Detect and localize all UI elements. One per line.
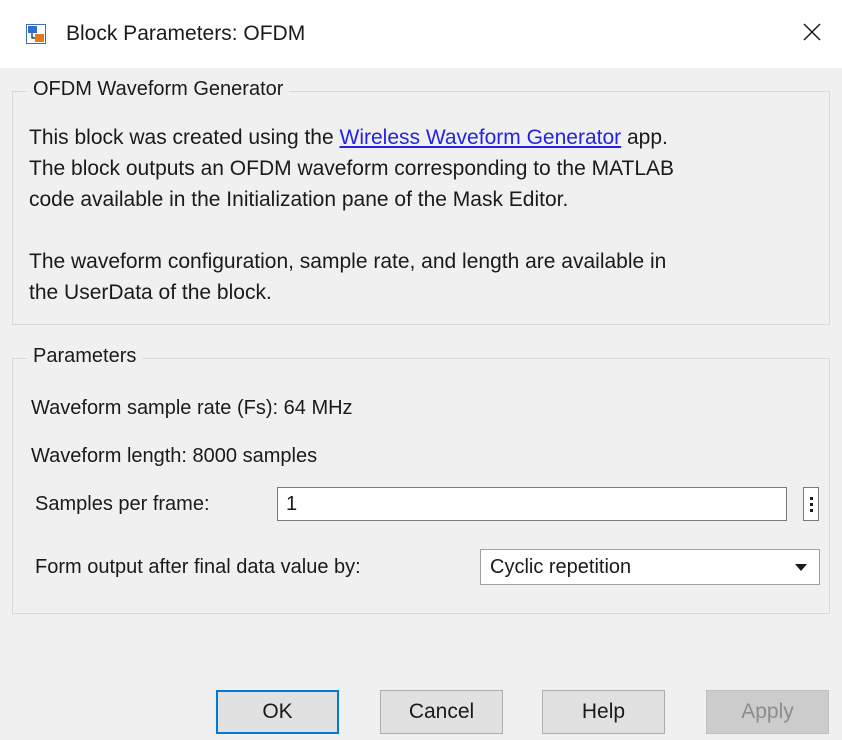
description-paragraph-2: The waveform configuration, sample rate,… bbox=[29, 246, 835, 308]
form-output-select[interactable]: Cyclic repetition bbox=[480, 549, 820, 585]
form-output-selected-value: Cyclic repetition bbox=[490, 556, 632, 578]
form-output-label: Form output after final data value by: bbox=[35, 556, 361, 578]
sample-rate-text: Waveform sample rate (Fs): 64 MHz bbox=[31, 397, 353, 419]
description-paragraph-1: This block was created using the Wireles… bbox=[29, 122, 835, 215]
help-button[interactable]: Help bbox=[542, 690, 665, 734]
ok-button[interactable]: OK bbox=[216, 690, 339, 734]
description-line-2: The block outputs an OFDM waveform corre… bbox=[29, 157, 675, 180]
description-line-1-start: This block was created using the bbox=[29, 126, 340, 149]
close-button[interactable] bbox=[782, 0, 842, 68]
description-group: OFDM Waveform Generator This block was c… bbox=[12, 78, 830, 325]
apply-button: Apply bbox=[706, 690, 829, 734]
close-icon bbox=[803, 22, 821, 46]
description-line-5: the UserData of the block. bbox=[29, 281, 272, 304]
vertical-ellipsis-icon[interactable] bbox=[803, 487, 819, 521]
cancel-button[interactable]: Cancel bbox=[380, 690, 503, 734]
dropdown-arrow-icon bbox=[795, 564, 807, 571]
title-bar: Block Parameters: OFDM bbox=[0, 0, 842, 68]
simulink-block-icon bbox=[26, 24, 46, 44]
description-line-1-end: app. bbox=[621, 126, 668, 149]
samples-per-frame-input[interactable] bbox=[277, 487, 787, 521]
waveform-length-text: Waveform length: 8000 samples bbox=[31, 445, 318, 467]
parameters-group: Parameters Waveform sample rate (Fs): 64… bbox=[12, 345, 830, 614]
wireless-waveform-generator-link[interactable]: Wireless Waveform Generator bbox=[340, 126, 622, 149]
parameters-legend: Parameters bbox=[27, 345, 143, 368]
window-title: Block Parameters: OFDM bbox=[66, 22, 306, 45]
description-line-3: code available in the Initialization pan… bbox=[29, 188, 569, 211]
description-legend: OFDM Waveform Generator bbox=[27, 78, 290, 101]
description-line-4: The waveform configuration, sample rate,… bbox=[29, 250, 667, 273]
description-text: This block was created using the Wireles… bbox=[29, 122, 835, 308]
samples-per-frame-label: Samples per frame: bbox=[35, 493, 210, 515]
